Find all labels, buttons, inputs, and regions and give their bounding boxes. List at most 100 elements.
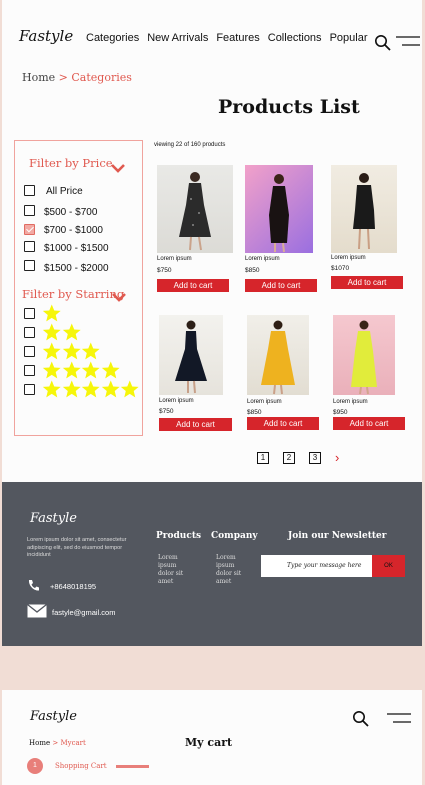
add-to-cart-button[interactable]: Add to cart [159, 418, 232, 431]
price-option-label: $1500 - $2000 [44, 263, 109, 274]
star-icon [62, 361, 81, 379]
rating-stars-1 [42, 304, 62, 322]
breadcrumb-home[interactable]: Home [22, 71, 55, 84]
nav-item-collections[interactable]: Collections [268, 32, 322, 44]
nav-item-new-arrivals[interactable]: New Arrivals [147, 32, 208, 44]
breadcrumb-current[interactable]: Mycart [60, 739, 85, 747]
star-icon [101, 361, 120, 379]
star-icon [120, 380, 139, 398]
newsletter-ok-button[interactable]: OK [372, 555, 405, 577]
product-name: Lorem ipsum [159, 398, 194, 404]
footer-email-address: fastyle@gmail.com [52, 607, 116, 617]
page-button-3[interactable]: 3 [309, 452, 321, 464]
star-icon [42, 361, 61, 379]
star-icon [101, 380, 120, 398]
hamburger-menu-icon[interactable] [387, 712, 411, 726]
rating-stars-2 [42, 323, 81, 341]
breadcrumb-separator: > [58, 71, 68, 84]
star-icon [81, 342, 100, 360]
main-nav: Categories New Arrivals Features Collect… [86, 32, 375, 44]
footer-logo[interactable]: Fastyle [30, 511, 77, 526]
next-page-chevron-icon[interactable]: › [335, 451, 339, 464]
checkbox-rating-4[interactable] [24, 365, 35, 376]
search-icon[interactable] [374, 34, 391, 51]
add-to-cart-button[interactable]: Add to cart [157, 279, 229, 292]
checkout-step-number: 1 [27, 758, 43, 774]
star-icon [62, 342, 81, 360]
checkbox-700-1000[interactable] [24, 224, 35, 235]
add-to-cart-button[interactable]: Add to cart [333, 417, 405, 430]
star-icon [81, 380, 100, 398]
checkbox-all-price[interactable] [24, 185, 35, 196]
footer-about-text: Lorem ipsum dolor sit amet, consectetur … [27, 537, 127, 558]
product-card[interactable]: Lorem ipsum $850 Add to cart [245, 165, 321, 292]
pagination: 1 2 3 › [257, 451, 339, 464]
product-price: $850 [247, 409, 262, 416]
cart-breadcrumb: Home > Mycart [29, 739, 86, 747]
product-name: Lorem ipsum [245, 256, 280, 262]
breadcrumb: Home > Categories [22, 71, 132, 84]
filter-price-heading[interactable]: Filter by Price [29, 156, 113, 170]
chevron-down-icon[interactable] [112, 289, 126, 302]
checkbox-1500-2000[interactable] [24, 260, 35, 271]
mail-icon [27, 603, 47, 620]
cart-page: Fastyle Home > Mycart My cart 1 Shopping… [2, 690, 422, 785]
star-icon [62, 323, 81, 341]
phone-icon [27, 579, 45, 594]
product-card[interactable]: Lorem ipsum $750 Add to cart [157, 165, 233, 292]
add-to-cart-button[interactable]: Add to cart [247, 417, 319, 430]
results-count: viewing 22 of 160 products [154, 142, 226, 148]
checkbox-rating-1[interactable] [24, 308, 35, 319]
page-button-1[interactable]: 1 [257, 452, 269, 464]
footer-company-links[interactable]: Lorem ipsum dolor sit amet [216, 554, 242, 586]
product-image[interactable] [247, 315, 309, 395]
checkbox-rating-5[interactable] [24, 384, 35, 395]
breadcrumb-separator: > [52, 739, 59, 747]
product-card[interactable]: Lorem ipsum $950 Add to cart [333, 315, 409, 430]
product-card[interactable]: Lorem ipsum $1070 Add to cart [331, 165, 407, 289]
price-option-label: $1000 - $1500 [44, 243, 109, 254]
nav-item-popular[interactable]: Popular [330, 32, 368, 44]
add-to-cart-button[interactable]: Add to cart [245, 279, 317, 292]
brand-logo[interactable]: Fastyle [30, 709, 77, 724]
product-price: $850 [245, 267, 260, 274]
product-image[interactable] [245, 165, 313, 253]
footer-phone[interactable]: +8648018195 [27, 579, 96, 594]
product-price: $950 [333, 409, 348, 416]
brand-logo[interactable]: Fastyle [19, 27, 73, 45]
product-image[interactable] [159, 315, 223, 395]
product-card[interactable]: Lorem ipsum $750 Add to cart [159, 315, 235, 431]
checkbox-rating-2[interactable] [24, 327, 35, 338]
filter-rating-heading[interactable]: Filter by Starring [22, 287, 124, 301]
checkbox-500-700[interactable] [24, 205, 35, 216]
add-to-cart-button[interactable]: Add to cart [331, 276, 403, 289]
breadcrumb-home[interactable]: Home [29, 739, 50, 747]
star-icon [42, 380, 61, 398]
hamburger-menu-icon[interactable] [396, 35, 420, 49]
breadcrumb-current[interactable]: Categories [71, 71, 132, 84]
checkbox-rating-3[interactable] [24, 346, 35, 357]
cart-title: My cart [185, 736, 233, 749]
star-icon [62, 380, 81, 398]
checkbox-1000-1500[interactable] [24, 241, 35, 252]
price-option-label: $500 - $700 [44, 207, 98, 218]
product-image[interactable] [333, 315, 395, 395]
page-button-2[interactable]: 2 [283, 452, 295, 464]
price-option-label: All Price [46, 186, 83, 197]
newsletter-input[interactable]: Type your message here [261, 555, 372, 577]
price-option-label: $700 - $1000 [44, 225, 103, 236]
footer-products-links[interactable]: Lorem ipsum dolor sit amet [158, 554, 184, 586]
footer-company-heading: Company [211, 531, 258, 541]
footer-email[interactable]: fastyle@gmail.com [27, 603, 116, 620]
product-image[interactable] [157, 165, 233, 253]
nav-item-categories[interactable]: Categories [86, 32, 139, 44]
product-name: Lorem ipsum [157, 256, 192, 262]
product-price: $750 [157, 267, 172, 274]
product-image[interactable] [331, 165, 397, 253]
chevron-down-icon[interactable] [111, 160, 125, 173]
nav-item-features[interactable]: Features [216, 32, 259, 44]
product-card[interactable]: Lorem ipsum $850 Add to cart [247, 315, 323, 430]
product-name: Lorem ipsum [333, 399, 368, 405]
search-icon[interactable] [352, 710, 369, 727]
page-title: Products List [218, 96, 360, 118]
